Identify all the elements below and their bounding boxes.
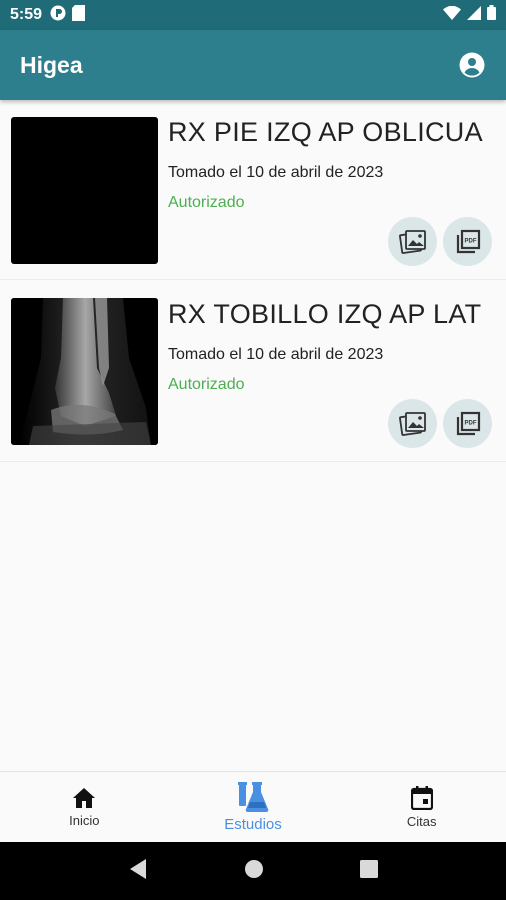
view-pdf-button[interactable]: PDF xyxy=(443,217,492,266)
nav-label-estudios: Estudios xyxy=(224,815,282,833)
calendar-icon xyxy=(410,785,433,810)
home-circle-icon[interactable] xyxy=(244,859,264,884)
cellular-icon xyxy=(467,5,481,25)
bottom-navigation: Inicio Estudios Citas xyxy=(0,771,506,842)
nav-item-inicio[interactable]: Inicio xyxy=(0,772,169,842)
pdf-icon: PDF xyxy=(456,229,480,253)
app-notification-icon xyxy=(50,5,66,26)
recents-icon[interactable] xyxy=(360,859,378,883)
lab-flask-icon xyxy=(238,781,269,812)
account-button[interactable] xyxy=(458,51,486,79)
app-bar: Higea xyxy=(0,30,506,100)
nav-item-estudios[interactable]: Estudios xyxy=(169,772,338,842)
battery-icon xyxy=(487,5,496,25)
study-card[interactable]: RX PIE IZQ AP OBLICUA Tomado el 10 de ab… xyxy=(0,100,506,280)
image-gallery-icon xyxy=(398,411,426,436)
study-status: Autorizado xyxy=(168,194,245,211)
nav-label-citas: Citas xyxy=(406,813,437,829)
studies-list: RX PIE IZQ AP OBLICUA Tomado el 10 de ab… xyxy=(0,100,506,771)
back-icon[interactable] xyxy=(128,858,148,885)
pdf-icon: PDF xyxy=(456,411,480,435)
status-bar: 5:59 xyxy=(0,0,506,30)
nav-item-citas[interactable]: Citas xyxy=(337,772,506,842)
system-navigation-bar xyxy=(0,842,506,900)
sd-card-icon xyxy=(72,4,86,26)
study-date: Tomado el 10 de abril de 2023 xyxy=(168,164,384,181)
study-card[interactable]: RX TOBILLO IZQ AP LAT Tomado el 10 de ab… xyxy=(0,282,506,462)
view-pdf-button[interactable]: PDF xyxy=(443,399,492,448)
account-circle-icon xyxy=(459,52,485,78)
view-images-button[interactable] xyxy=(388,217,437,266)
image-gallery-icon xyxy=(398,229,426,254)
svg-text:PDF: PDF xyxy=(464,238,476,244)
study-thumbnail[interactable] xyxy=(11,298,158,445)
study-thumbnail[interactable] xyxy=(11,117,158,264)
study-title: RX TOBILLO IZQ AP LAT xyxy=(168,299,482,329)
wifi-icon xyxy=(443,5,461,25)
home-icon xyxy=(73,787,96,808)
study-date: Tomado el 10 de abril de 2023 xyxy=(168,346,384,363)
view-images-button[interactable] xyxy=(388,399,437,448)
app-title: Higea xyxy=(20,51,83,78)
study-status: Autorizado xyxy=(168,376,245,393)
status-time: 5:59 xyxy=(10,6,43,23)
svg-text:PDF: PDF xyxy=(464,420,476,426)
study-title: RX PIE IZQ AP OBLICUA xyxy=(168,117,483,147)
nav-label-inicio: Inicio xyxy=(69,812,100,828)
ankle-xray-image xyxy=(11,298,158,445)
